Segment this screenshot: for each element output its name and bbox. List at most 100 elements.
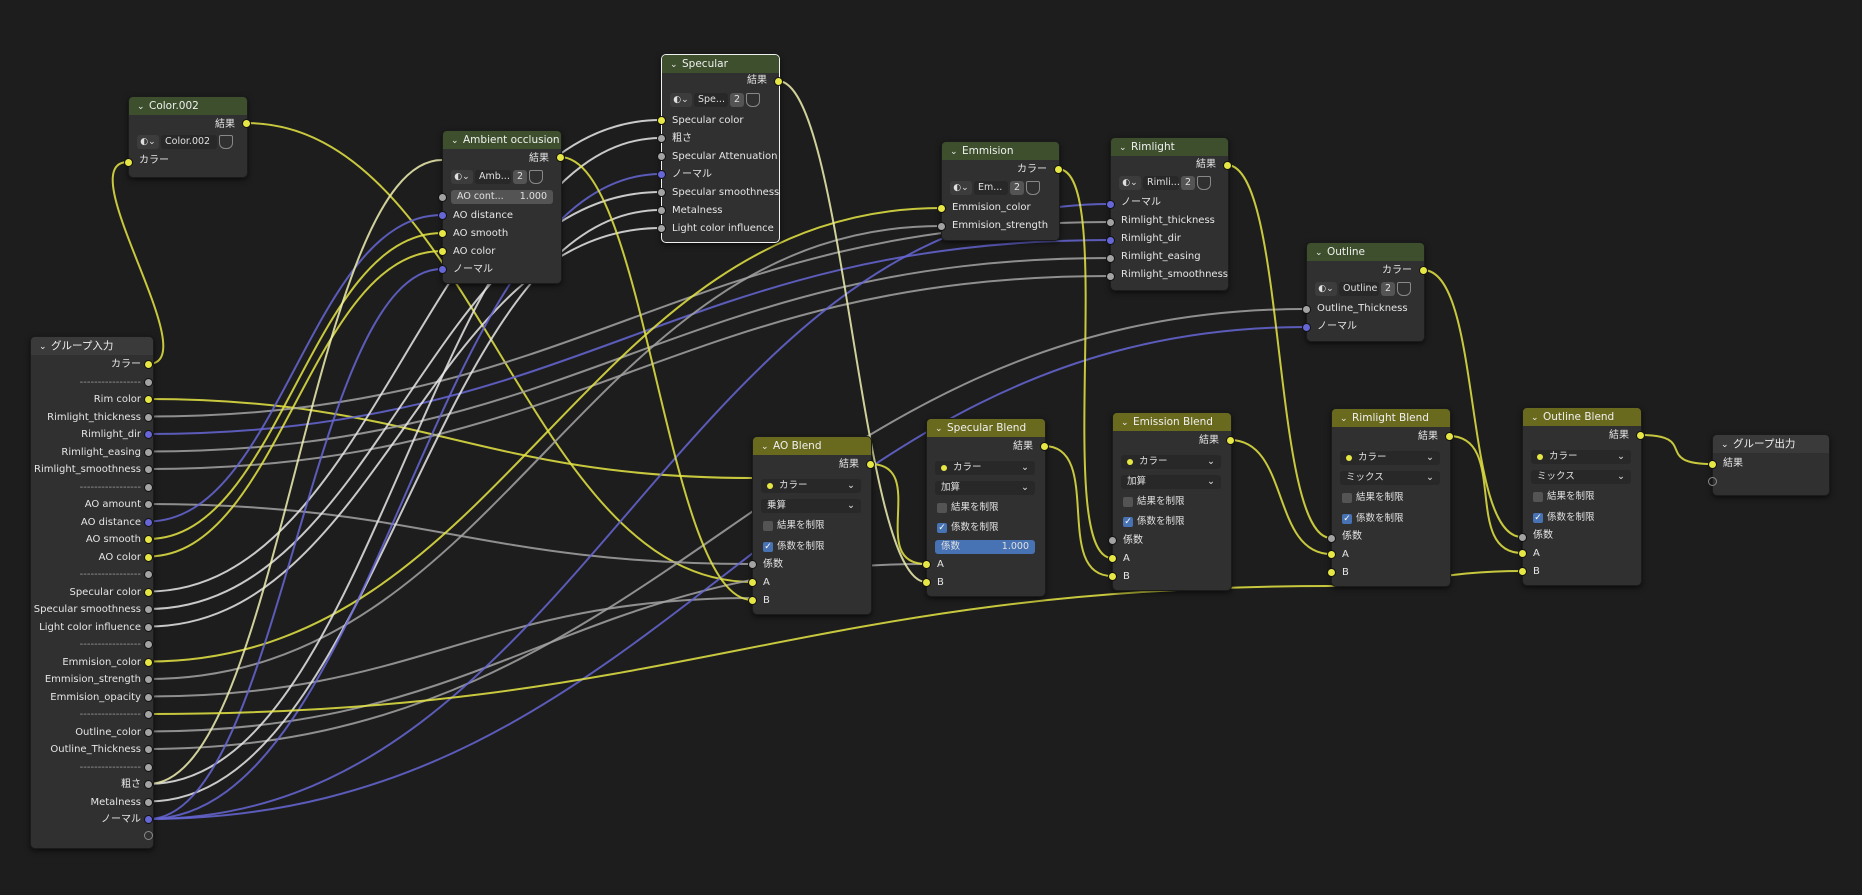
socket-yellow[interactable] bbox=[1223, 161, 1232, 170]
socket-gray[interactable] bbox=[1106, 254, 1115, 263]
checkmark-icon[interactable]: ✓ bbox=[763, 542, 773, 552]
fake-user-shield-icon[interactable] bbox=[1026, 181, 1041, 195]
socket-gray[interactable] bbox=[144, 465, 153, 474]
socket-gray[interactable] bbox=[144, 640, 153, 649]
chevron-down-icon[interactable]: ⌄ bbox=[761, 438, 771, 455]
image-browse-icon[interactable]: ◐⌄ bbox=[950, 181, 972, 195]
socket-yellow[interactable] bbox=[124, 158, 133, 167]
node-header[interactable]: ⌄ Emission Blend bbox=[1113, 413, 1231, 431]
socket-gray[interactable] bbox=[748, 560, 757, 569]
socket-gray[interactable] bbox=[1518, 533, 1527, 542]
socket-gray[interactable] bbox=[1106, 272, 1115, 281]
data-type-dropdown[interactable]: カラー ⌄ bbox=[935, 461, 1035, 475]
image-selector[interactable]: ◐⌄ Rimli... 2 bbox=[1119, 176, 1212, 190]
socket-gray[interactable] bbox=[937, 222, 946, 231]
socket-gray[interactable] bbox=[657, 152, 666, 161]
user-count[interactable]: 2 bbox=[1181, 176, 1196, 190]
socket-yellow[interactable] bbox=[1708, 460, 1717, 469]
socket-gray[interactable] bbox=[1327, 534, 1336, 543]
image-browse-icon[interactable]: ◐⌄ bbox=[1315, 282, 1337, 296]
data-type-dropdown[interactable]: カラー ⌄ bbox=[1531, 450, 1631, 464]
socket-yellow[interactable] bbox=[144, 587, 153, 597]
socket-gray[interactable] bbox=[144, 447, 153, 457]
fake-user-shield-icon[interactable] bbox=[746, 93, 761, 107]
image-selector[interactable]: ◐⌄ Color.002 bbox=[137, 135, 233, 149]
socket-gray[interactable] bbox=[657, 206, 666, 215]
socket-yellow[interactable] bbox=[657, 116, 666, 125]
socket-yellow[interactable] bbox=[144, 535, 153, 544]
socket-empty[interactable] bbox=[1708, 477, 1717, 486]
socket-gray[interactable] bbox=[438, 193, 447, 202]
user-count[interactable]: 2 bbox=[730, 93, 745, 107]
data-type-dropdown[interactable]: カラー ⌄ bbox=[761, 479, 861, 493]
blend-mode-dropdown[interactable]: 加算 ⌄ bbox=[1121, 475, 1221, 489]
checkbox-icon[interactable] bbox=[1123, 497, 1133, 507]
clamp-result-checkbox[interactable]: 結果を制限 bbox=[937, 501, 999, 515]
socket-gray[interactable] bbox=[1302, 305, 1311, 314]
socket-yellow[interactable] bbox=[1327, 550, 1336, 559]
socket-gray[interactable] bbox=[657, 134, 666, 143]
checkmark-icon[interactable]: ✓ bbox=[1533, 513, 1543, 523]
checkbox-icon[interactable] bbox=[937, 503, 947, 513]
chevron-down-icon[interactable]: ⌄ bbox=[1119, 139, 1129, 156]
chevron-down-icon[interactable]: ⌄ bbox=[1121, 414, 1131, 431]
socket-blue[interactable] bbox=[657, 170, 666, 179]
socket-yellow[interactable] bbox=[1226, 436, 1235, 445]
socket-gray[interactable] bbox=[144, 745, 153, 754]
clamp-result-checkbox[interactable]: 結果を制限 bbox=[1533, 490, 1595, 504]
user-count[interactable]: 2 bbox=[513, 170, 528, 184]
socket-blue[interactable] bbox=[1302, 323, 1311, 332]
socket-yellow[interactable] bbox=[438, 247, 447, 256]
clamp-factor-checkbox[interactable]: ✓ 係数を制限 bbox=[937, 521, 999, 535]
blend-mode-dropdown[interactable]: 乗算 ⌄ bbox=[761, 499, 861, 513]
node-header[interactable]: ⌄ Outline bbox=[1307, 243, 1424, 261]
clamp-result-checkbox[interactable]: 結果を制限 bbox=[1123, 495, 1185, 509]
data-type-dropdown[interactable]: カラー ⌄ bbox=[1121, 455, 1221, 469]
fake-user-shield-icon[interactable] bbox=[1397, 282, 1412, 296]
node-header[interactable]: ⌄ Specular Blend bbox=[927, 419, 1045, 437]
user-count[interactable]: 2 bbox=[1010, 181, 1025, 195]
image-browse-icon[interactable]: ◐⌄ bbox=[1119, 176, 1141, 190]
socket-yellow[interactable] bbox=[144, 395, 153, 404]
checkmark-icon[interactable]: ✓ bbox=[937, 523, 947, 533]
node-rimlight[interactable]: ⌄ Rimlight 結果 ◐⌄ Rimli... 2 ノーマル Rimlight… bbox=[1110, 137, 1229, 291]
socket-gray[interactable] bbox=[144, 675, 153, 684]
node-color002[interactable]: ⌄ Color.002 結果 ◐⌄ Color.002 カラー bbox=[128, 96, 248, 178]
node-header[interactable]: ⌄ Outline Blend bbox=[1523, 408, 1641, 426]
socket-yellow[interactable] bbox=[556, 153, 565, 162]
socket-gray[interactable] bbox=[657, 224, 666, 233]
node-emmision[interactable]: ⌄ Emmision カラー ◐⌄ Em... 2 Emmision_color … bbox=[941, 141, 1060, 241]
socket-gray[interactable] bbox=[144, 570, 153, 579]
node-group-output[interactable]: ⌄ グループ出力 結果 bbox=[1712, 434, 1830, 496]
blend-mode-dropdown[interactable]: 加算 ⌄ bbox=[935, 481, 1035, 495]
socket-yellow[interactable] bbox=[748, 596, 757, 605]
node-header[interactable]: ⌄ Rimlight bbox=[1111, 138, 1228, 156]
image-name[interactable]: Amb... bbox=[475, 170, 511, 184]
socket-yellow[interactable] bbox=[438, 229, 447, 238]
socket-yellow[interactable] bbox=[922, 578, 931, 587]
fake-user-shield-icon[interactable] bbox=[1197, 176, 1212, 190]
chevron-down-icon[interactable]: ⌄ bbox=[1721, 436, 1731, 453]
socket-gray[interactable] bbox=[1106, 218, 1115, 227]
image-browse-icon[interactable]: ◐⌄ bbox=[670, 93, 692, 107]
node-header[interactable]: ⌄ AO Blend bbox=[753, 437, 871, 455]
chevron-down-icon[interactable]: ⌄ bbox=[451, 132, 461, 149]
clamp-factor-checkbox[interactable]: ✓ 係数を制限 bbox=[1123, 515, 1185, 529]
chevron-down-icon[interactable]: ⌄ bbox=[670, 56, 680, 73]
node-specular-blend[interactable]: ⌄ Specular Blend 結果 カラー ⌄ 加算 ⌄ 結果を制限 ✓ 係数を制限… bbox=[926, 418, 1046, 597]
socket-blue[interactable] bbox=[438, 211, 447, 220]
socket-yellow[interactable] bbox=[866, 460, 875, 469]
socket-yellow[interactable] bbox=[144, 552, 153, 562]
socket-yellow[interactable] bbox=[922, 560, 931, 569]
socket-gray[interactable] bbox=[144, 377, 153, 387]
chevron-down-icon[interactable]: ⌄ bbox=[1531, 409, 1541, 426]
node-header[interactable]: ⌄ Color.002 bbox=[129, 97, 247, 115]
image-name[interactable]: Spe... bbox=[694, 93, 728, 107]
socket-yellow[interactable] bbox=[774, 77, 783, 86]
checkbox-icon[interactable] bbox=[1533, 492, 1543, 502]
blend-mode-dropdown[interactable]: ミックス ⌄ bbox=[1340, 471, 1440, 485]
socket-yellow[interactable] bbox=[1040, 442, 1049, 451]
socket-yellow[interactable] bbox=[937, 204, 946, 213]
socket-gray[interactable] bbox=[144, 797, 153, 807]
socket-blue[interactable] bbox=[1106, 200, 1115, 209]
